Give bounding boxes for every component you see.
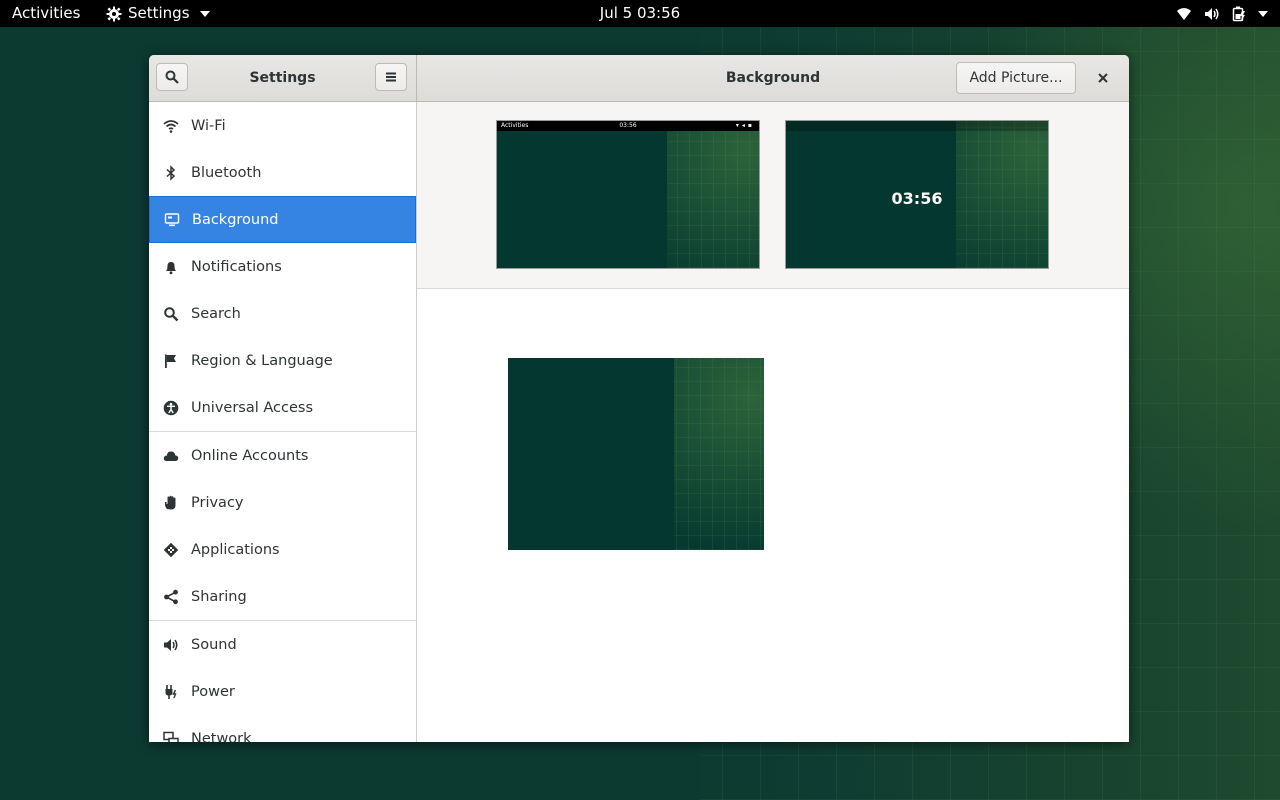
sidebar-item-label: Search (191, 305, 241, 322)
sidebar-item-applications[interactable]: Applications (149, 526, 416, 573)
system-menu[interactable] (1176, 0, 1268, 27)
gear-icon (106, 6, 122, 21)
sidebar-item-label: Universal Access (191, 399, 314, 416)
lock-screen-time: 03:56 (891, 189, 943, 208)
sidebar-item-label: Applications (191, 541, 280, 558)
sidebar-item-sound[interactable]: Sound (149, 621, 416, 668)
search-icon (165, 70, 179, 84)
sidebar-item-bluetooth[interactable]: Bluetooth (149, 149, 416, 196)
close-icon (1098, 73, 1108, 83)
sidebar-item-notifications[interactable]: Notifications (149, 243, 416, 290)
search-icon (164, 306, 179, 321)
sidebar-item-label: Notifications (191, 258, 282, 275)
wallpaper-tile[interactable] (508, 358, 764, 550)
app-menu[interactable]: Settings (106, 0, 210, 27)
top-bar: Jul 5 03:56 Activities Settings (0, 0, 1280, 27)
add-picture-button[interactable]: Add Picture... (956, 62, 1076, 94)
wifi-icon (1177, 7, 1191, 20)
sidebar-item-label: Online Accounts (191, 447, 309, 464)
sidebar: Wi-Fi Bluetooth Background Notifications (149, 102, 417, 742)
chevron-down-icon (199, 10, 210, 17)
settings-window: Settings Background Add Picture... Wi-Fi… (149, 55, 1129, 742)
sidebar-item-network[interactable]: Network (149, 715, 416, 742)
battery-icon (1232, 6, 1245, 21)
share-icon (164, 589, 178, 604)
sidebar-item-region-language[interactable]: Region & Language (149, 337, 416, 384)
header-bar: Settings Background Add Picture... (149, 55, 1129, 102)
sidebar-item-label: Background (192, 211, 279, 228)
sidebar-item-label: Privacy (191, 494, 244, 511)
chevron-down-icon (1258, 10, 1268, 17)
sidebar-item-universal-access[interactable]: Universal Access (149, 384, 416, 431)
bluetooth-icon (166, 164, 176, 181)
sidebar-item-power[interactable]: Power (149, 668, 416, 715)
sidebar-item-wifi[interactable]: Wi-Fi (149, 102, 416, 149)
sidebar-item-label: Sharing (191, 588, 247, 605)
app-menu-label: Settings (128, 4, 190, 22)
preview-area: Activities 03:56 ▾◂▪ 03:56 (417, 102, 1129, 289)
mini-top-bar: Activities 03:56 ▾◂▪ (497, 121, 759, 131)
sidebar-header: Settings (149, 55, 417, 101)
sidebar-item-privacy[interactable]: Privacy (149, 479, 416, 526)
sidebar-item-label: Sound (191, 636, 237, 653)
speaker-icon (164, 638, 178, 651)
sidebar-item-sharing[interactable]: Sharing (149, 573, 416, 620)
search-button[interactable] (156, 63, 188, 91)
mini-clock: 03:56 (619, 122, 637, 129)
sidebar-item-label: Wi-Fi (191, 117, 226, 134)
hamburger-icon (386, 72, 396, 82)
lock-screen-preview[interactable]: 03:56 (785, 120, 1049, 269)
flag-icon (165, 354, 176, 368)
background-icon (164, 212, 180, 226)
applications-icon (163, 542, 179, 557)
sidebar-item-label: Region & Language (191, 352, 333, 369)
mini-status-icons: ▾◂▪ (735, 122, 755, 129)
sidebar-item-background[interactable]: Background (149, 196, 416, 243)
cloud-icon (163, 450, 179, 461)
background-panel: Activities 03:56 ▾◂▪ 03:56 (417, 102, 1129, 742)
activities-button[interactable]: Activities (12, 0, 80, 27)
hand-icon (165, 495, 176, 509)
close-button[interactable] (1091, 66, 1115, 90)
power-icon (165, 684, 177, 699)
sidebar-item-label: Network (191, 730, 252, 743)
sidebar-item-label: Power (191, 683, 235, 700)
wifi-icon (163, 119, 179, 133)
network-icon (163, 731, 179, 742)
sidebar-item-search[interactable]: Search (149, 290, 416, 337)
menu-button[interactable] (375, 63, 407, 91)
accessibility-icon (163, 400, 179, 415)
sidebar-item-label: Bluetooth (191, 164, 262, 181)
volume-icon (1205, 7, 1219, 20)
desktop-background-preview[interactable]: Activities 03:56 ▾◂▪ (496, 120, 760, 269)
sidebar-item-online-accounts[interactable]: Online Accounts (149, 432, 416, 479)
bell-icon (166, 261, 176, 274)
